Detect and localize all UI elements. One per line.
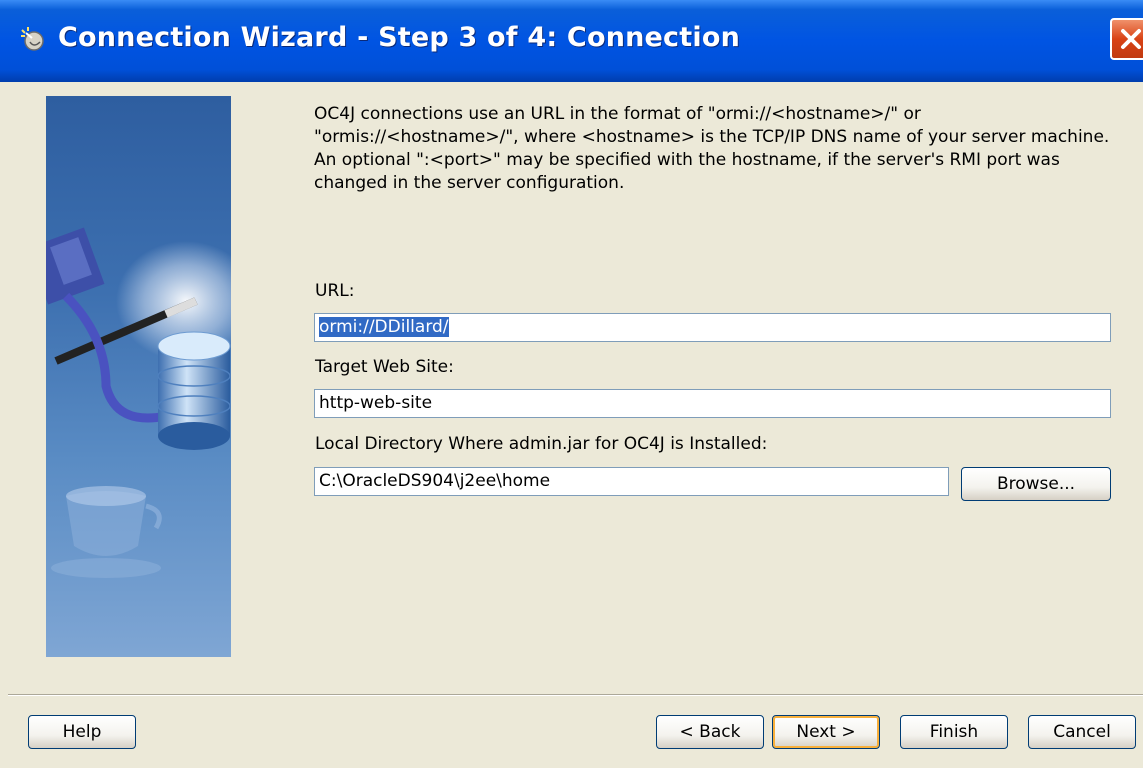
url-label: URL: [315, 281, 355, 301]
connection-description: OC4J connections use an URL in the forma… [314, 104, 1110, 193]
window-title: Connection Wizard - Step 3 of 4: Connect… [58, 22, 740, 53]
close-button[interactable] [1110, 18, 1143, 60]
separator-line [8, 694, 1143, 696]
connection-wizard-dialog: Connection Wizard - Step 3 of 4: Connect… [0, 0, 1143, 768]
local-directory-input[interactable]: C:\OracleDS904\j2ee\home [314, 467, 949, 496]
url-input-value: ormi://DDillard/ [319, 317, 449, 337]
url-input[interactable]: ormi://DDillard/ [314, 313, 1111, 342]
close-icon [1121, 29, 1141, 49]
title-bar[interactable]: Connection Wizard - Step 3 of 4: Connect… [0, 0, 1143, 82]
target-web-site-label: Target Web Site: [315, 357, 454, 377]
back-button[interactable]: < Back [656, 715, 764, 749]
wizard-icon [21, 27, 44, 51]
target-web-site-input[interactable]: http-web-site [314, 389, 1111, 418]
next-button[interactable]: Next > [772, 715, 880, 749]
wizard-side-image [46, 96, 231, 657]
browse-button[interactable]: Browse... [961, 467, 1111, 501]
local-directory-label: Local Directory Where admin.jar for OC4J… [315, 434, 768, 454]
help-button[interactable]: Help [28, 715, 136, 749]
cancel-button[interactable]: Cancel [1028, 715, 1136, 749]
finish-button[interactable]: Finish [900, 715, 1008, 749]
